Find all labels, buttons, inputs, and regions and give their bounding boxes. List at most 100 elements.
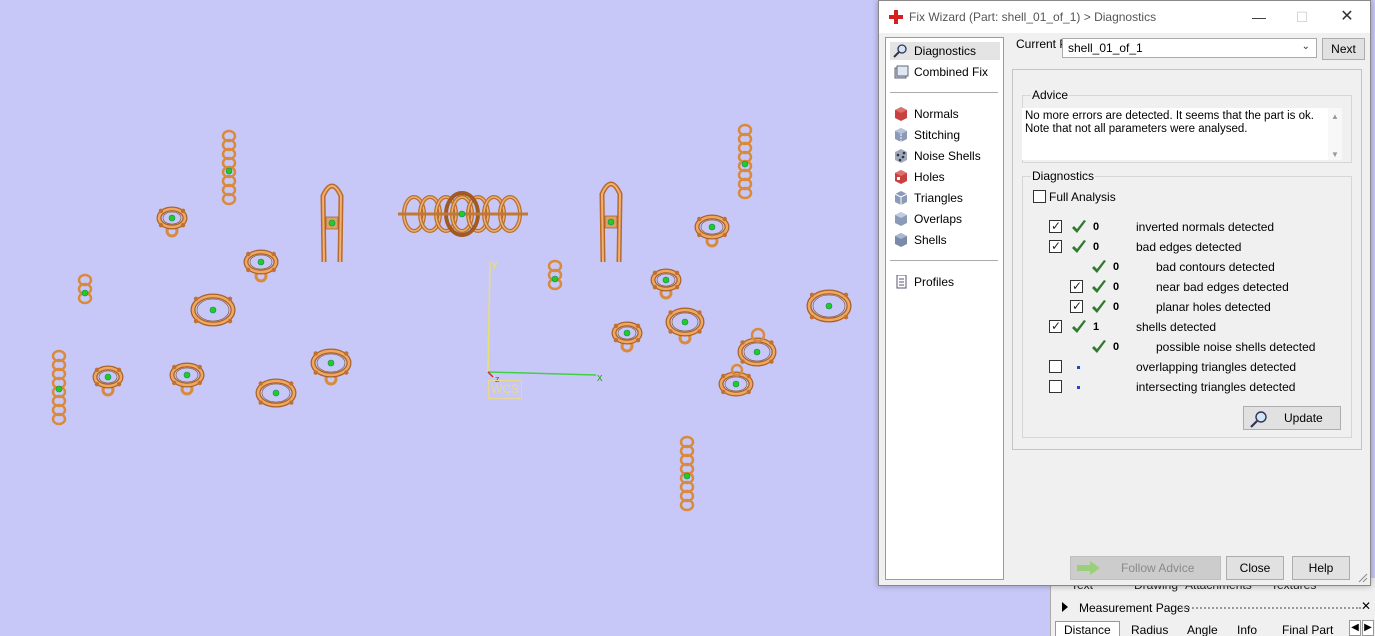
full-analysis-label: Full Analysis	[1049, 190, 1116, 204]
close-icon[interactable]: ✕	[1361, 599, 1371, 613]
measurement-pages-label: Measurement Pages	[1079, 601, 1190, 615]
tab-scroll-left-icon[interactable]: ◀	[1349, 620, 1361, 636]
nav-combined-fix[interactable]: Combined Fix	[890, 63, 1000, 81]
part-centroid-marker[interactable]	[607, 218, 615, 226]
advice-scrollbar[interactable]: ▲ ▼	[1328, 108, 1342, 160]
part-centroid-marker[interactable]	[209, 306, 217, 314]
tab-info[interactable]: Info	[1237, 623, 1257, 636]
resize-grip-icon[interactable]	[1358, 573, 1368, 583]
part-centroid-marker[interactable]	[753, 348, 761, 356]
nav-label: Profiles	[914, 275, 955, 289]
next-button[interactable]: Next	[1322, 38, 1365, 60]
ring-part[interactable]	[611, 321, 643, 353]
check-ok-icon	[1071, 239, 1087, 255]
diag-checkbox[interactable]	[1049, 219, 1062, 233]
ring-part[interactable]	[92, 365, 124, 397]
scene-canvas[interactable]	[0, 0, 880, 636]
help-button[interactable]: Help	[1292, 556, 1350, 580]
part-centroid-marker[interactable]	[623, 329, 631, 337]
nav-profiles[interactable]: Profiles	[890, 273, 1000, 291]
expand-triangle-icon[interactable]	[1062, 602, 1068, 612]
holes-icon	[895, 170, 907, 184]
nav-noise-shells[interactable]: Noise Shells	[890, 147, 1000, 165]
ring-part[interactable]	[243, 249, 279, 283]
diag-checkbox[interactable]	[1070, 279, 1083, 293]
part-centroid-marker[interactable]	[81, 289, 89, 297]
nav-label: Triangles	[914, 191, 963, 205]
chain-part[interactable]	[77, 273, 93, 305]
diag-checkbox[interactable]	[1049, 380, 1062, 393]
part-centroid-marker[interactable]	[327, 359, 335, 367]
tab-final-part[interactable]: Final Part	[1282, 623, 1333, 636]
part-centroid-marker[interactable]	[732, 380, 740, 388]
nav-normals[interactable]: Normals	[890, 105, 1000, 123]
full-analysis-checkbox[interactable]	[1033, 190, 1046, 203]
measurement-pages-bar[interactable]: Measurement Pages ✕	[1051, 598, 1375, 618]
diag-label: possible noise shells detected	[1156, 340, 1316, 354]
ring-part[interactable]	[650, 268, 682, 300]
nav-overlaps[interactable]: Overlaps	[890, 210, 1000, 228]
part-centroid-marker[interactable]	[681, 318, 689, 326]
nav-label: Overlaps	[914, 212, 963, 226]
x-axis[interactable]	[487, 371, 597, 376]
part-centroid-marker[interactable]	[168, 214, 176, 222]
part-centroid-marker[interactable]	[104, 373, 112, 381]
nav-stitching[interactable]: Stitching	[890, 126, 1000, 144]
check-ok-icon	[1091, 299, 1107, 315]
part-centroid-marker[interactable]	[272, 389, 280, 397]
diag-checkbox[interactable]	[1049, 360, 1062, 373]
advice-title: Advice	[1031, 88, 1070, 102]
title-bar[interactable]: Fix Wizard (Part: shell_01_of_1) > Diagn…	[879, 1, 1370, 33]
wcs-label: WCS	[488, 380, 522, 399]
nav-diagnostics[interactable]: Diagnostics	[890, 42, 1000, 60]
chain-part[interactable]	[547, 259, 563, 291]
tab-distance[interactable]: Distance	[1055, 621, 1120, 636]
y-axis[interactable]	[487, 261, 491, 373]
part-centroid-marker[interactable]	[551, 275, 559, 283]
part-centroid-marker[interactable]	[825, 302, 833, 310]
check-ok-icon	[1091, 259, 1107, 275]
part-centroid-marker[interactable]	[708, 223, 716, 231]
ring-part[interactable]	[694, 214, 730, 248]
nav-holes[interactable]: Holes	[890, 168, 1000, 186]
chevron-down-icon: ⌄	[1301, 41, 1310, 52]
ring-part[interactable]	[310, 348, 352, 386]
check-ok-icon	[1091, 279, 1107, 295]
close-button[interactable]: Close	[1226, 556, 1284, 580]
part-centroid-marker[interactable]	[328, 219, 336, 227]
diag-label: inverted normals detected	[1136, 220, 1275, 234]
triangles-icon	[894, 191, 908, 205]
nav-label: Diagnostics	[914, 44, 977, 58]
diag-checkbox[interactable]	[1049, 319, 1062, 333]
nav-triangles[interactable]: Triangles	[890, 189, 1000, 207]
ring-part[interactable]	[169, 362, 205, 396]
part-centroid-marker[interactable]	[257, 258, 265, 266]
fix-wizard-dialog: Fix Wizard (Part: shell_01_of_1) > Diagn…	[878, 0, 1371, 586]
ring-part[interactable]	[156, 206, 188, 238]
noise-shells-icon	[895, 149, 907, 163]
chain-part[interactable]	[221, 129, 237, 206]
part-centroid-marker[interactable]	[683, 472, 691, 480]
tab-angle[interactable]: Angle	[1187, 623, 1218, 636]
part-centroid-marker[interactable]	[183, 371, 191, 379]
check-ok-icon	[1071, 319, 1087, 335]
part-centroid-marker[interactable]	[458, 210, 466, 218]
tab-radius[interactable]: Radius	[1131, 623, 1168, 636]
scroll-down-icon[interactable]: ▼	[1331, 148, 1339, 161]
diag-checkbox[interactable]	[1049, 239, 1062, 253]
part-centroid-marker[interactable]	[662, 276, 670, 284]
ring-part[interactable]	[665, 307, 705, 345]
diag-checkbox[interactable]	[1070, 299, 1083, 313]
part-centroid-marker[interactable]	[55, 385, 63, 393]
scroll-up-icon[interactable]: ▲	[1331, 110, 1339, 123]
tab-scroll-right-icon[interactable]: ▶	[1362, 620, 1374, 636]
nav-shells[interactable]: Shells	[890, 231, 1000, 249]
part-centroid-marker[interactable]	[225, 167, 233, 175]
axis-label-y: y	[492, 258, 498, 270]
update-button[interactable]: Update	[1243, 406, 1341, 430]
minimize-button[interactable]: —	[1249, 7, 1269, 27]
profiles-icon	[896, 275, 907, 289]
part-centroid-marker[interactable]	[741, 160, 749, 168]
close-window-button[interactable]: ✕	[1337, 7, 1357, 27]
current-part-select[interactable]: shell_01_of_1 ⌄	[1062, 38, 1317, 58]
